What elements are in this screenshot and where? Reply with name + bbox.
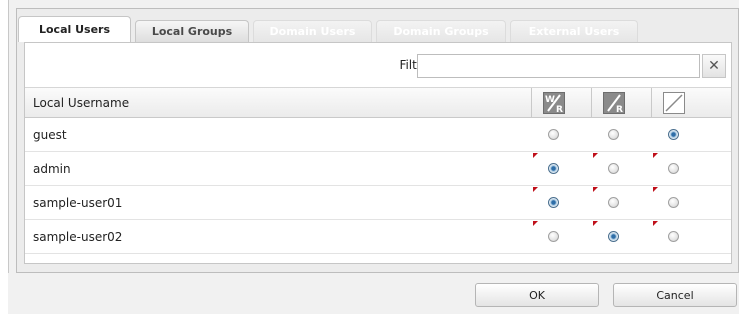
permission-radio[interactable] bbox=[547, 231, 559, 242]
tab-label: Domain Users bbox=[269, 25, 356, 38]
tab-local-groups[interactable]: Local Groups bbox=[135, 20, 249, 42]
username-cell: sample-user01 bbox=[33, 196, 123, 210]
read-write-icon: W R bbox=[543, 91, 565, 114]
user-permission-grid: Local Username W R R guest admin sample-… bbox=[25, 88, 731, 266]
changed-marker-icon bbox=[653, 187, 658, 192]
permission-cell bbox=[591, 152, 635, 185]
tab-domain-groups: Domain Groups bbox=[376, 20, 506, 42]
ok-button[interactable]: OK bbox=[475, 283, 599, 307]
table-row: admin bbox=[25, 152, 731, 186]
changed-marker-icon bbox=[593, 187, 598, 192]
table-row: sample-user01 bbox=[25, 186, 731, 220]
tab-label: Local Users bbox=[38, 23, 111, 36]
read-only-icon: R bbox=[603, 91, 625, 114]
tab-label: External Users bbox=[528, 25, 620, 38]
column-header-username: Local Username bbox=[33, 96, 130, 110]
permission-cell bbox=[651, 220, 695, 253]
permission-cell bbox=[591, 118, 635, 151]
changed-marker-icon bbox=[533, 153, 538, 158]
table-row: guest bbox=[25, 118, 731, 152]
permission-radio[interactable] bbox=[667, 197, 679, 208]
permission-cell bbox=[651, 152, 695, 185]
permission-radio[interactable] bbox=[547, 129, 559, 140]
permission-radio[interactable] bbox=[667, 129, 679, 140]
grid-empty-space bbox=[25, 254, 731, 266]
changed-marker-icon bbox=[593, 153, 598, 158]
grid-body: guest admin sample-user01 sample-user02 bbox=[25, 118, 731, 266]
permission-cell bbox=[651, 186, 695, 219]
permission-cell bbox=[531, 186, 575, 219]
column-header-read-only[interactable]: R bbox=[591, 88, 636, 117]
permission-cell bbox=[531, 118, 575, 151]
tab-external-users: External Users bbox=[510, 20, 638, 42]
permission-cell bbox=[591, 186, 635, 219]
no-access-icon bbox=[663, 91, 685, 114]
ok-button-label: OK bbox=[529, 288, 545, 302]
username-cell: admin bbox=[33, 162, 71, 176]
filter-row: Filter: ✕ bbox=[25, 43, 731, 88]
dialog-footer: OK Cancel bbox=[8, 273, 739, 314]
permission-cell bbox=[591, 220, 635, 253]
column-header-read-write[interactable]: W R bbox=[531, 88, 576, 117]
changed-marker-icon bbox=[593, 221, 598, 226]
permission-cell bbox=[651, 118, 695, 151]
svg-text:R: R bbox=[556, 105, 563, 114]
svg-text:R: R bbox=[616, 105, 623, 114]
close-icon: ✕ bbox=[708, 58, 720, 74]
changed-marker-icon bbox=[533, 221, 538, 226]
filter-input[interactable] bbox=[417, 54, 700, 78]
tab-label: Domain Groups bbox=[393, 25, 489, 38]
cancel-button-label: Cancel bbox=[656, 288, 694, 302]
tab-local-users[interactable]: Local Users bbox=[18, 16, 131, 42]
svg-text:W: W bbox=[545, 95, 555, 105]
changed-marker-icon bbox=[653, 221, 658, 226]
permission-radio[interactable] bbox=[607, 163, 619, 174]
column-header-no-access[interactable] bbox=[651, 88, 696, 117]
tab-domain-users: Domain Users bbox=[253, 20, 372, 42]
grid-header: Local Username W R R bbox=[25, 88, 731, 118]
username-cell: sample-user02 bbox=[33, 230, 123, 244]
permission-radio[interactable] bbox=[607, 129, 619, 140]
permission-radio[interactable] bbox=[547, 197, 559, 208]
permission-radio[interactable] bbox=[607, 197, 619, 208]
tab-content: Filter: ✕ Local Username W R R bbox=[24, 42, 732, 264]
username-cell: guest bbox=[33, 128, 67, 142]
permission-radio[interactable] bbox=[667, 163, 679, 174]
tab-label: Local Groups bbox=[151, 25, 233, 38]
clear-filter-button[interactable]: ✕ bbox=[702, 54, 726, 78]
permission-radio[interactable] bbox=[607, 231, 619, 242]
cancel-button[interactable]: Cancel bbox=[613, 283, 737, 307]
permission-cell bbox=[531, 152, 575, 185]
table-row: sample-user02 bbox=[25, 220, 731, 254]
changed-marker-icon bbox=[533, 187, 538, 192]
changed-marker-icon bbox=[653, 153, 658, 158]
tab-bar: Local Users Local Groups Domain Users Do… bbox=[18, 16, 739, 42]
permission-radio[interactable] bbox=[667, 231, 679, 242]
permission-cell bbox=[531, 220, 575, 253]
permission-radio[interactable] bbox=[547, 163, 559, 174]
